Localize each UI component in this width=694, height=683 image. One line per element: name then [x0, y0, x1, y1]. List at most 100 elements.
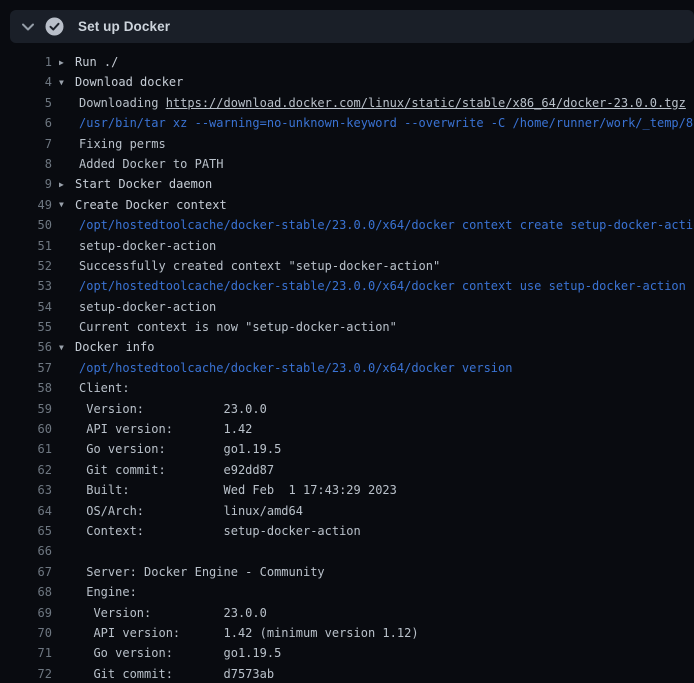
log-line: 51setup-docker-action: [0, 236, 694, 256]
log-group-header[interactable]: ▶Run ./: [52, 52, 118, 72]
log-text: Version: 23.0.0: [52, 603, 267, 623]
line-number[interactable]: 55: [0, 317, 52, 337]
log-text: Go version: go1.19.5: [52, 439, 281, 459]
line-number[interactable]: 69: [0, 603, 52, 623]
log-line: 64 OS/Arch: linux/amd64: [0, 501, 694, 521]
log-line: 52Successfully created context "setup-do…: [0, 256, 694, 276]
group-title: Docker info: [75, 340, 154, 354]
triangle-collapsed-icon[interactable]: ▶: [59, 175, 75, 195]
triangle-collapsed-icon[interactable]: ▶: [59, 53, 75, 73]
step-title: Set up Docker: [78, 19, 170, 34]
line-number[interactable]: 50: [0, 215, 52, 235]
group-title: Create Docker context: [75, 198, 227, 212]
command-text: /opt/hostedtoolcache/docker-stable/23.0.…: [52, 215, 694, 235]
log-group-header[interactable]: ▼Download docker: [52, 72, 183, 92]
log-text: Current context is now "setup-docker-act…: [52, 317, 397, 337]
log-group-header[interactable]: ▶Start Docker daemon: [52, 174, 212, 194]
log-text-prefix: Downloading: [79, 96, 166, 110]
log-line: 65 Context: setup-docker-action: [0, 521, 694, 541]
log-line: 5 Downloading https://download.docker.com…: [0, 93, 694, 113]
log-line: 57/opt/hostedtoolcache/docker-stable/23.…: [0, 358, 694, 378]
log-text: Engine:: [52, 582, 137, 602]
log-line: 4▼Download docker: [0, 72, 694, 92]
line-number[interactable]: 4: [0, 72, 52, 92]
line-number[interactable]: 71: [0, 643, 52, 663]
check-circle-icon: [45, 17, 64, 36]
line-number[interactable]: 9: [0, 174, 52, 194]
log-text: Built: Wed Feb 1 17:43:29 2023: [52, 480, 397, 500]
line-number[interactable]: 66: [0, 541, 52, 561]
line-number[interactable]: 1: [0, 52, 52, 72]
log-line: 63 Built: Wed Feb 1 17:43:29 2023: [0, 480, 694, 500]
group-title: Download docker: [75, 75, 183, 89]
step-header[interactable]: Set up Docker: [10, 10, 694, 43]
log-line: 67 Server: Docker Engine - Community: [0, 562, 694, 582]
line-number[interactable]: 65: [0, 521, 52, 541]
log-line: 58Client:: [0, 378, 694, 398]
log-line: 70 API version: 1.42 (minimum version 1.…: [0, 623, 694, 643]
triangle-expanded-icon[interactable]: ▼: [59, 195, 75, 215]
triangle-expanded-icon[interactable]: ▼: [59, 338, 75, 358]
log-text: Successfully created context "setup-dock…: [52, 256, 440, 276]
log-line: 66: [0, 541, 694, 561]
log-line: 68 Engine:: [0, 582, 694, 602]
log-line: 60 API version: 1.42: [0, 419, 694, 439]
line-number[interactable]: 57: [0, 358, 52, 378]
line-number[interactable]: 54: [0, 297, 52, 317]
log-link[interactable]: https://download.docker.com/linux/static…: [166, 96, 686, 110]
log-line: 62 Git commit: e92dd87: [0, 460, 694, 480]
log-line: 1▶Run ./: [0, 52, 694, 72]
log-line: 6/usr/bin/tar xz --warning=no-unknown-ke…: [0, 113, 694, 133]
line-number[interactable]: 7: [0, 134, 52, 154]
log-lines: 1▶Run ./4▼Download docker5Downloading ht…: [0, 52, 694, 683]
line-number[interactable]: 63: [0, 480, 52, 500]
log-line: 50/opt/hostedtoolcache/docker-stable/23.…: [0, 215, 694, 235]
line-number[interactable]: 59: [0, 399, 52, 419]
log-text: setup-docker-action: [52, 297, 216, 317]
log-group-header[interactable]: ▼Docker info: [52, 337, 154, 357]
line-number[interactable]: 61: [0, 439, 52, 459]
log-line: 7Fixing perms: [0, 134, 694, 154]
log-text: Server: Docker Engine - Community: [52, 562, 325, 582]
line-number[interactable]: 62: [0, 460, 52, 480]
line-number[interactable]: 70: [0, 623, 52, 643]
log-text: Version: 23.0.0: [52, 399, 267, 419]
line-number[interactable]: 56: [0, 337, 52, 357]
line-number[interactable]: 51: [0, 236, 52, 256]
log-text: Client:: [52, 378, 130, 398]
line-number[interactable]: 5: [0, 93, 52, 113]
log-line: 69 Version: 23.0.0: [0, 603, 694, 623]
log-line: 49▼Create Docker context: [0, 195, 694, 215]
log-text: Git commit: e92dd87: [52, 460, 274, 480]
log-text: API version: 1.42 (minimum version 1.12): [52, 623, 419, 643]
log-group-header[interactable]: ▼Create Docker context: [52, 195, 227, 215]
line-number[interactable]: 68: [0, 582, 52, 602]
log-text: Fixing perms: [52, 134, 166, 154]
line-number[interactable]: 53: [0, 276, 52, 296]
log-text: Go version: go1.19.5: [52, 643, 281, 663]
log-line: 72 Git commit: d7573ab: [0, 664, 694, 683]
command-text: /usr/bin/tar xz --warning=no-unknown-key…: [52, 113, 694, 133]
log-text: Context: setup-docker-action: [52, 521, 361, 541]
log-line: 53/opt/hostedtoolcache/docker-stable/23.…: [0, 276, 694, 296]
log-line: 56▼Docker info: [0, 337, 694, 357]
command-text: /opt/hostedtoolcache/docker-stable/23.0.…: [52, 276, 686, 296]
line-number[interactable]: 72: [0, 664, 52, 683]
line-number[interactable]: 64: [0, 501, 52, 521]
line-number[interactable]: 58: [0, 378, 52, 398]
log-line: 61 Go version: go1.19.5: [0, 439, 694, 459]
log-line: 71 Go version: go1.19.5: [0, 643, 694, 663]
line-number[interactable]: 52: [0, 256, 52, 276]
chevron-down-icon[interactable]: [21, 22, 35, 32]
line-number[interactable]: 60: [0, 419, 52, 439]
log-text: setup-docker-action: [52, 236, 216, 256]
log-text: [52, 541, 79, 561]
group-title: Start Docker daemon: [75, 177, 212, 191]
log-container: 1▶Run ./4▼Download docker5Downloading ht…: [0, 44, 694, 683]
line-number[interactable]: 67: [0, 562, 52, 582]
line-number[interactable]: 8: [0, 154, 52, 174]
log-text: OS/Arch: linux/amd64: [52, 501, 303, 521]
triangle-expanded-icon[interactable]: ▼: [59, 73, 75, 93]
line-number[interactable]: 49: [0, 195, 52, 215]
line-number[interactable]: 6: [0, 113, 52, 133]
